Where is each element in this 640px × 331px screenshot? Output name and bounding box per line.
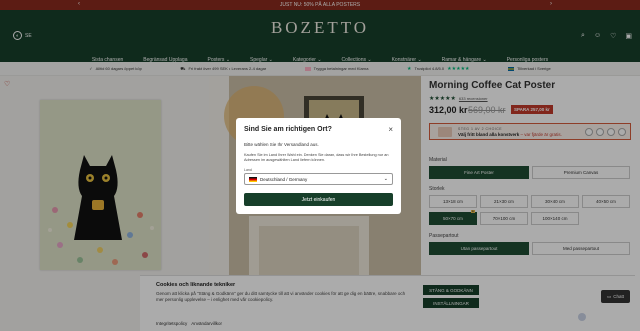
- country-select[interactable]: Deutschland / Germany ⌄: [244, 173, 393, 185]
- country-select-value: Deutschland / Germany: [260, 176, 308, 182]
- shop-now-button[interactable]: Jetzt einkaufen: [244, 193, 393, 206]
- modal-title: Sind Sie am richtigen Ort?: [244, 126, 332, 133]
- country-modal: Sind Sie am richtigen Ort? × Bitte wähle…: [236, 118, 401, 214]
- germany-flag-icon: [249, 176, 257, 182]
- country-label: Land: [244, 168, 252, 172]
- close-icon[interactable]: ×: [388, 125, 393, 134]
- modal-body: Kaufen Sie im Land Ihrer Wahl ein. Denke…: [244, 153, 389, 162]
- modal-subtitle: Bitte wählen Sie Ihr Versandland aus.: [244, 142, 319, 147]
- chevron-down-icon: ⌄: [383, 176, 388, 182]
